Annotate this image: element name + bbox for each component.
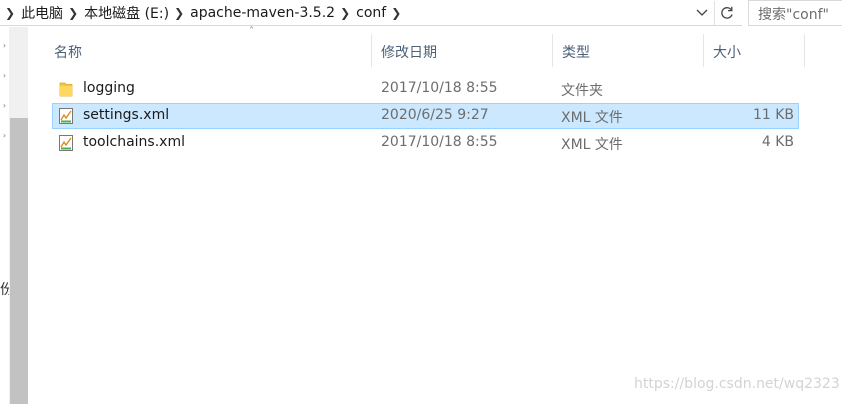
file-name: settings.xml [83, 107, 170, 123]
breadcrumb-conf[interactable]: conf [356, 5, 386, 21]
file-date-modified: 2017/10/18 8:55 [381, 134, 498, 150]
file-name: logging [83, 80, 135, 96]
expand-chevron-icon[interactable]: › [0, 131, 9, 141]
file-type: XML 文件 [561, 110, 623, 126]
column-header-row: ˄ 名称 修改日期 类型 大小 [45, 26, 805, 67]
search-input[interactable]: 搜索"conf" [748, 0, 842, 26]
breadcrumb-this-pc[interactable]: 此电脑 [21, 3, 63, 23]
folder-icon [59, 82, 73, 97]
nav-scrollbar-thumb[interactable] [10, 118, 28, 404]
file-type: 文件夹 [561, 83, 603, 99]
file-row-logging[interactable]: logging 2017/10/18 8:55 文件夹 [52, 76, 799, 102]
expand-chevron-icon[interactable]: › [0, 101, 9, 111]
refresh-button[interactable] [714, 1, 738, 25]
chevron-down-icon [696, 9, 708, 16]
xml-file-icon [59, 108, 73, 124]
chevron-right-icon[interactable]: ❯ [5, 6, 15, 20]
column-header-date-modified[interactable]: 修改日期 [372, 34, 553, 67]
watermark: https://blog.csdn.net/wq2323 [634, 376, 840, 392]
address-history-dropdown[interactable] [692, 2, 712, 24]
address-bar[interactable]: ❯ 此电脑 ❯ 本地磁盘 (E:) ❯ apache-maven-3.5.2 ❯… [0, 0, 742, 26]
file-date-modified: 2020/6/25 9:27 [381, 107, 489, 123]
chevron-right-icon[interactable]: ❯ [68, 6, 78, 20]
file-type: XML 文件 [561, 137, 623, 153]
xml-file-icon [59, 135, 73, 151]
breadcrumb-drive-e[interactable]: 本地磁盘 (E:) [84, 3, 169, 23]
file-row-settings-xml[interactable]: settings.xml 2020/6/25 9:27 XML 文件 11 KB [52, 103, 799, 129]
column-header-name[interactable]: 名称 [45, 34, 372, 67]
breadcrumb: ❯ 此电脑 ❯ 本地磁盘 (E:) ❯ apache-maven-3.5.2 ❯… [0, 0, 407, 25]
file-size: 11 KB [752, 107, 794, 123]
file-size: 4 KB [761, 134, 794, 150]
file-date-modified: 2017/10/18 8:55 [381, 80, 498, 96]
file-row-toolchains-xml[interactable]: toolchains.xml 2017/10/18 8:55 XML 文件 4 … [52, 130, 799, 156]
expand-chevron-icon[interactable]: › [0, 41, 9, 51]
column-header-type[interactable]: 类型 [553, 34, 704, 67]
chevron-right-icon[interactable]: ❯ [340, 6, 350, 20]
expand-chevron-icon[interactable]: › [0, 71, 9, 81]
chevron-right-icon[interactable]: ❯ [391, 6, 401, 20]
refresh-icon [720, 6, 733, 19]
column-header-size[interactable]: 大小 [704, 34, 805, 67]
chevron-right-icon[interactable]: ❯ [174, 6, 184, 20]
file-name: toolchains.xml [83, 134, 185, 150]
breadcrumb-apache-maven[interactable]: apache-maven-3.5.2 [190, 5, 335, 21]
nav-item-label-fragment: 份 [0, 282, 9, 297]
